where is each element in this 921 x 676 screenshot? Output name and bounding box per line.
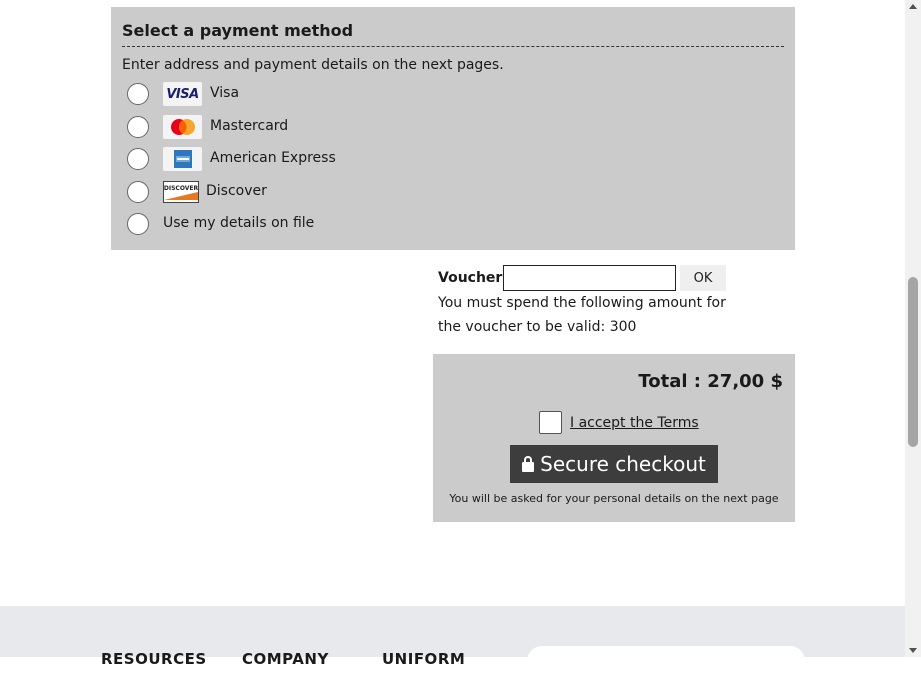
mastercard-logo-icon	[163, 115, 202, 139]
visa-label: Visa	[210, 85, 240, 101]
footer-newsletter-field[interactable]	[527, 646, 805, 676]
accept-terms-checkbox[interactable]	[539, 411, 562, 434]
discover-label: Discover	[206, 183, 267, 199]
checkout-note: You will be asked for your personal deta…	[449, 492, 779, 505]
voucher-input[interactable]	[503, 265, 676, 291]
mastercard-radio[interactable]	[127, 116, 149, 138]
lock-icon	[522, 456, 535, 472]
voucher-ok-button[interactable]: OK	[680, 265, 726, 291]
payment-method-panel: Select a payment method Enter address an…	[111, 7, 795, 250]
footer: RESOURCES COMPANY UNIFORM	[0, 606, 905, 676]
amex-logo-icon	[163, 147, 202, 171]
footer-heading-uniform: UNIFORM	[382, 650, 466, 668]
mastercard-label: Mastercard	[210, 118, 289, 134]
amex-radio[interactable]	[127, 148, 149, 170]
terms-link[interactable]: I accept the Terms	[570, 415, 699, 431]
footer-heading-company: COMPANY	[242, 650, 329, 668]
scrollbar-thumb[interactable]	[908, 277, 918, 447]
discover-radio[interactable]	[127, 181, 149, 203]
visa-logo-icon: VISA	[163, 82, 202, 106]
on-file-radio[interactable]	[127, 213, 149, 235]
voucher-note: You must spend the following amount for …	[438, 295, 726, 335]
secure-checkout-button[interactable]: Secure checkout	[510, 445, 718, 483]
on-file-label: Use my details on file	[163, 215, 315, 231]
scroll-down-arrow-icon[interactable]	[909, 648, 917, 653]
secure-checkout-label: Secure checkout	[540, 452, 706, 476]
vertical-scrollbar[interactable]	[905, 0, 921, 657]
visa-radio[interactable]	[127, 83, 149, 105]
payment-title: Select a payment method	[122, 21, 784, 47]
discover-logo-icon: DISCOVER	[163, 181, 199, 203]
amex-label: American Express	[210, 150, 336, 166]
scroll-up-arrow-icon[interactable]	[909, 4, 917, 9]
order-summary-panel: Total : 27,00 $ I accept the Terms Secur…	[433, 354, 795, 522]
voucher-label: Voucher	[438, 270, 503, 286]
payment-intro: Enter address and payment details on the…	[122, 57, 504, 73]
order-total: Total : 27,00 $	[638, 371, 783, 392]
footer-heading-resources: RESOURCES	[101, 650, 207, 668]
